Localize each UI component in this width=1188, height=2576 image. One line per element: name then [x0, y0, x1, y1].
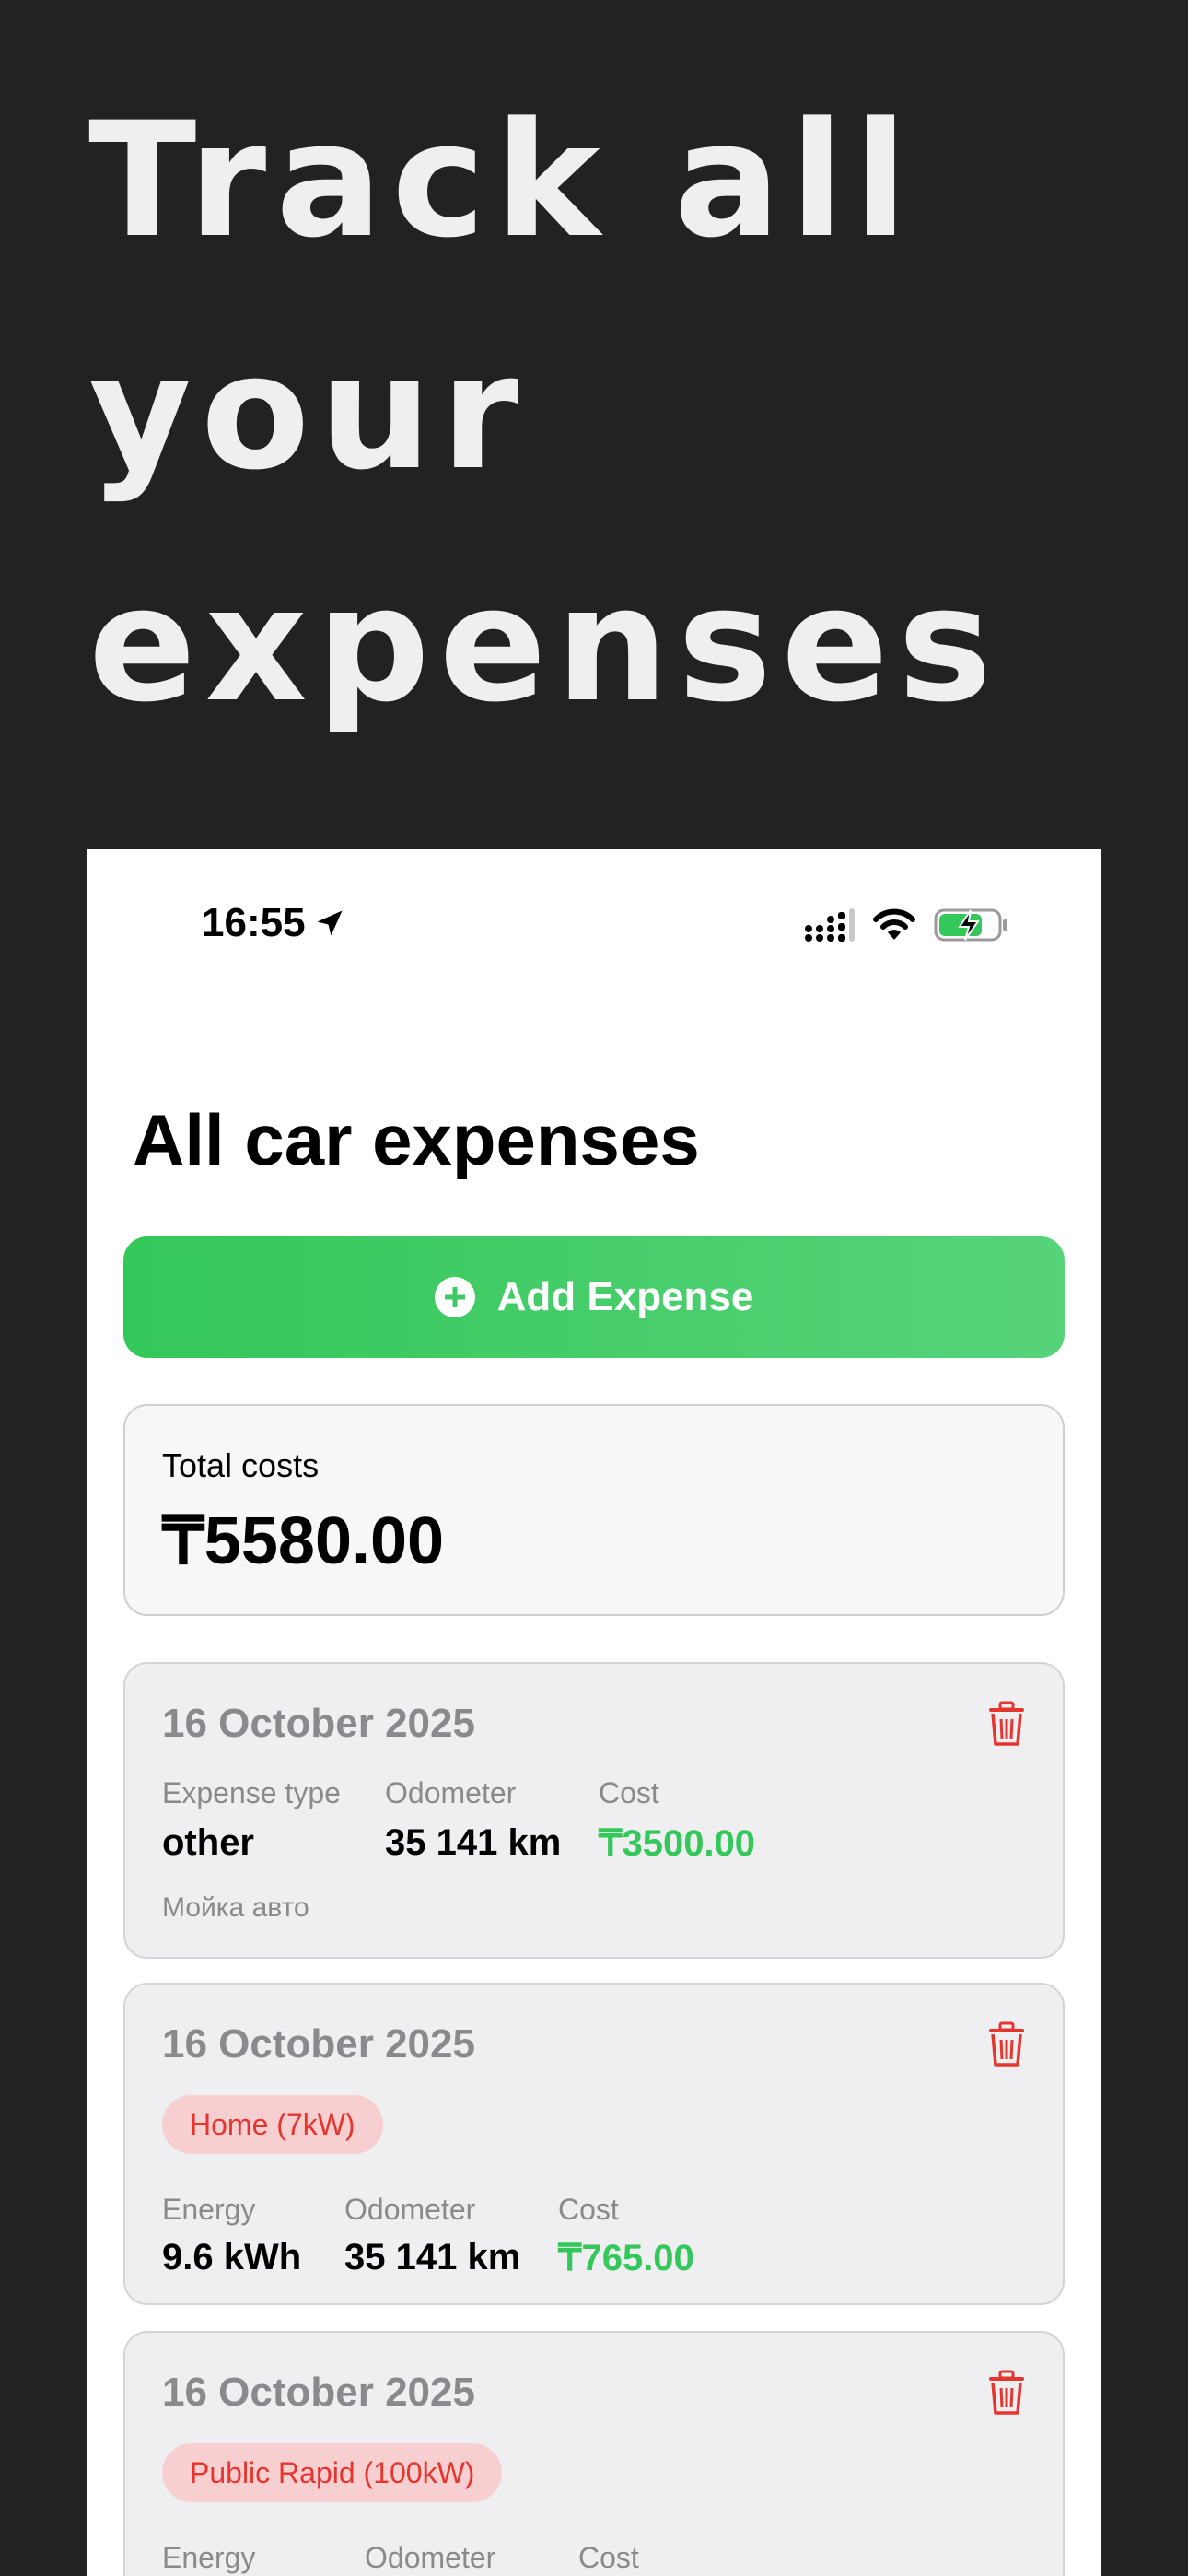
status-bar: 16:55: [87, 849, 1101, 997]
field-label: Cost: [558, 2193, 619, 2226]
expense-card[interactable]: 16 October 2025 Home (7kW) Energy 9.6 kW…: [123, 1983, 1065, 2305]
status-time-group: 16:55: [202, 900, 346, 946]
total-costs-value: ₸5580.00: [162, 1505, 445, 1578]
field-value: 9.6 kWh: [162, 2237, 302, 2277]
field-value: other: [162, 1822, 254, 1863]
field-label: Energy: [162, 2541, 256, 2574]
trash-icon[interactable]: [987, 2370, 1026, 2416]
field-value: 35 141 km: [344, 2237, 521, 2277]
expense-card[interactable]: 16 October 2025 Public Rapid (100kW) Ene…: [123, 2331, 1065, 2576]
location-arrow-icon: [317, 910, 343, 936]
plus-circle-icon: [434, 1277, 475, 1317]
status-icons: [803, 907, 1009, 943]
total-costs-card: Total costs ₸5580.00: [123, 1404, 1065, 1616]
field-value: 35 141 km: [385, 1822, 562, 1863]
page-title: All car expenses: [133, 1099, 700, 1180]
trash-icon[interactable]: [987, 1701, 1026, 1747]
wifi-icon: [873, 908, 915, 940]
field-label: Cost: [578, 2541, 639, 2574]
expense-note: Мойка авто: [162, 1892, 309, 1923]
promo-headline: Track all your expenses: [88, 88, 1002, 737]
field-label: Cost: [599, 1776, 659, 1809]
phone-screen: 16:55 All car expenses Add Expense Total…: [87, 849, 1101, 2576]
battery-charging-icon: [934, 908, 1007, 942]
cellular-signal-icon: [805, 908, 855, 942]
expense-date: 16 October 2025: [162, 2021, 475, 2067]
expense-date: 16 October 2025: [162, 2370, 475, 2415]
charger-type-chip: Home (7kW): [162, 2095, 383, 2154]
expense-card[interactable]: 16 October 2025 Expense type other Odome…: [123, 1662, 1065, 1959]
field-label: Odometer: [344, 2193, 476, 2226]
cost-value: ₸3500.00: [599, 1823, 756, 1864]
cost-value: ₸765.00: [558, 2238, 694, 2278]
status-time: 16:55: [202, 900, 306, 945]
field-label: Odometer: [365, 2541, 496, 2574]
trash-icon[interactable]: [987, 2021, 1026, 2067]
add-expense-button[interactable]: Add Expense: [123, 1236, 1065, 1358]
field-label: Expense type: [162, 1776, 341, 1809]
total-costs-label: Total costs: [162, 1446, 320, 1484]
add-expense-label: Add Expense: [496, 1274, 754, 1319]
charger-type-chip: Public Rapid (100kW): [162, 2443, 503, 2502]
field-label: Odometer: [385, 1776, 517, 1809]
expense-date: 16 October 2025: [162, 1701, 475, 1746]
field-label: Energy: [162, 2193, 256, 2226]
